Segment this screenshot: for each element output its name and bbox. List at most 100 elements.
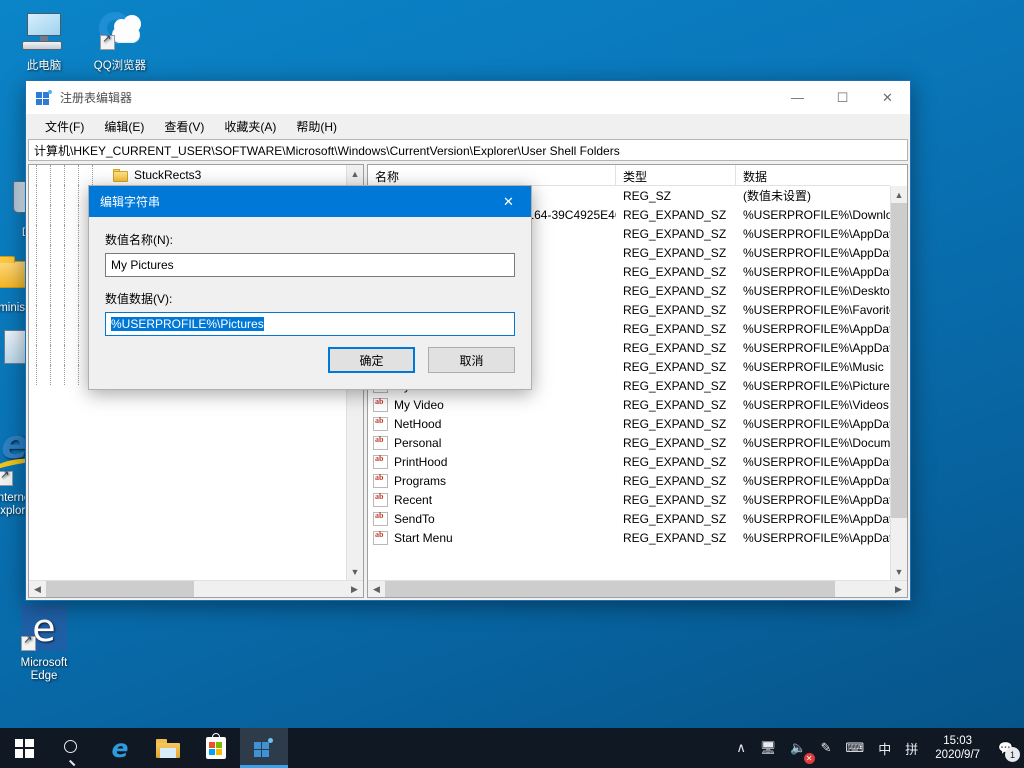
- table-row[interactable]: ProgramsREG_EXPAND_SZ%USERPROFILE%\AppDa…: [368, 471, 890, 490]
- menu-view[interactable]: 查看(V): [155, 115, 213, 138]
- cell-name: Recent: [368, 493, 616, 507]
- pen-icon[interactable]: ✎: [814, 728, 839, 768]
- show-hidden-icons-chevron-icon[interactable]: ∧: [729, 728, 753, 768]
- scroll-up-icon[interactable]: ▲: [891, 186, 907, 203]
- value-name: My Video: [394, 398, 444, 412]
- taskbar-file-explorer-button[interactable]: [144, 728, 192, 768]
- cell-name: Programs: [368, 474, 616, 488]
- menu-help[interactable]: 帮助(H): [287, 115, 346, 138]
- table-row[interactable]: My VideoREG_EXPAND_SZ%USERPROFILE%\Video…: [368, 395, 890, 414]
- close-button[interactable]: ✕: [865, 81, 910, 114]
- column-header-name[interactable]: 名称: [368, 165, 616, 186]
- cancel-button[interactable]: 取消: [428, 347, 515, 373]
- cell-data: %USERPROFILE%\AppData\Local\Microsoft\Wi…: [736, 246, 890, 260]
- table-row[interactable]: RecentREG_EXPAND_SZ%USERPROFILE%\AppData…: [368, 490, 890, 509]
- table-row[interactable]: PrintHoodREG_EXPAND_SZ%USERPROFILE%\AppD…: [368, 452, 890, 471]
- cell-data: %USERPROFILE%\AppData\Roaming\Microsoft\…: [736, 474, 890, 488]
- menu-favorites[interactable]: 收藏夹(A): [215, 115, 285, 138]
- tree-indent: [43, 165, 57, 185]
- desktop-icon-this-pc[interactable]: 此电脑: [6, 8, 82, 73]
- edit-string-dialog[interactable]: 编辑字符串 ✕ 数值名称(N): My Pictures 数值数据(V): %U…: [88, 185, 532, 390]
- desktop-icon-microsoft-edge[interactable]: e Microsoft Edge: [6, 605, 82, 683]
- tree-indent: [71, 165, 85, 185]
- tree-indent: [29, 365, 43, 385]
- scroll-left-icon[interactable]: ◀: [368, 581, 385, 598]
- tree-indent: [29, 225, 43, 245]
- resize-grip[interactable]: [892, 582, 906, 596]
- column-header-data[interactable]: 数据: [736, 165, 890, 186]
- scroll-down-icon[interactable]: ▼: [891, 563, 907, 580]
- cell-type: REG_EXPAND_SZ: [616, 227, 736, 241]
- taskbar-store-button[interactable]: [192, 728, 240, 768]
- cell-name: Personal: [368, 436, 616, 450]
- scroll-left-icon[interactable]: ◀: [29, 581, 46, 598]
- tree-indent: [43, 225, 57, 245]
- list-vertical-scrollbar[interactable]: ▲ ▼: [890, 186, 907, 580]
- dialog-titlebar[interactable]: 编辑字符串 ✕: [89, 186, 531, 217]
- scroll-up-icon[interactable]: ▲: [347, 165, 363, 182]
- desktop-icon-qq-browser[interactable]: QQ浏览器: [82, 8, 158, 73]
- tree-indent: [57, 205, 71, 225]
- windows-logo-icon: [15, 739, 34, 758]
- cell-type: REG_SZ: [616, 189, 736, 203]
- ok-button[interactable]: 确定: [328, 347, 415, 373]
- string-value-icon: [373, 493, 388, 507]
- value-data-input[interactable]: %USERPROFILE%\Pictures: [105, 312, 515, 336]
- cell-type: REG_EXPAND_SZ: [616, 303, 736, 317]
- clock[interactable]: 15:03 2020/9/7: [925, 728, 990, 768]
- this-pc-icon: [20, 8, 68, 56]
- table-row[interactable]: Start MenuREG_EXPAND_SZ%USERPROFILE%\App…: [368, 528, 890, 547]
- ime-pinyin-icon[interactable]: 拼: [898, 728, 925, 768]
- maximize-button[interactable]: ☐: [820, 81, 865, 114]
- scrollbar-thumb[interactable]: [385, 581, 835, 598]
- scrollbar-thumb[interactable]: [891, 203, 907, 518]
- tree-item[interactable]: StuckRects3: [29, 165, 346, 185]
- tree-indent: [85, 165, 99, 185]
- menu-file[interactable]: 文件(F): [36, 115, 93, 138]
- table-row[interactable]: SendToREG_EXPAND_SZ%USERPROFILE%\AppData…: [368, 509, 890, 528]
- system-tray[interactable]: ∧ 🖥 🔈✕ ✎ ⌨ 中 拼 15:03 2020/9/7 💬 1: [729, 728, 1024, 768]
- network-icon[interactable]: 🖥: [753, 728, 784, 768]
- cell-type: REG_EXPAND_SZ: [616, 341, 736, 355]
- window-titlebar[interactable]: 注册表编辑器 — ☐ ✕: [26, 81, 910, 114]
- ime-mode-icon[interactable]: 中: [871, 728, 898, 768]
- tree-indent: [71, 325, 85, 345]
- desktop-icon-label: 此电脑: [6, 60, 82, 73]
- value-data-selected-text: %USERPROFILE%\Pictures: [111, 317, 264, 331]
- tree-horizontal-scrollbar[interactable]: ◀ ▶: [29, 580, 363, 597]
- list-column-headers[interactable]: 名称 类型 数据: [368, 165, 890, 186]
- volume-muted-icon[interactable]: 🔈✕: [783, 728, 813, 768]
- address-bar[interactable]: 计算机\HKEY_CURRENT_USER\SOFTWARE\Microsoft…: [28, 139, 908, 161]
- tree-indent: [29, 265, 43, 285]
- table-row[interactable]: PersonalREG_EXPAND_SZ%USERPROFILE%\Docum…: [368, 433, 890, 452]
- minimize-button[interactable]: —: [775, 81, 820, 114]
- taskbar-edge-button[interactable]: e: [96, 728, 144, 768]
- dialog-buttons: 确定 取消: [328, 347, 515, 373]
- list-horizontal-scrollbar[interactable]: ◀ ▶: [368, 580, 907, 597]
- menu-edit[interactable]: 编辑(E): [95, 115, 153, 138]
- taskbar-regedit-button[interactable]: [240, 728, 288, 768]
- clock-date: 2020/9/7: [935, 748, 980, 762]
- value-name-input[interactable]: My Pictures: [105, 253, 515, 277]
- touch-keyboard-icon[interactable]: ⌨: [838, 728, 871, 768]
- taskbar-search-button[interactable]: [48, 728, 96, 768]
- scroll-right-icon[interactable]: ▶: [346, 581, 363, 598]
- tree-indent: [57, 345, 71, 365]
- value-name: PrintHood: [394, 455, 447, 469]
- scrollbar-thumb[interactable]: [46, 581, 194, 598]
- file-explorer-icon: [156, 739, 180, 758]
- scroll-down-icon[interactable]: ▼: [347, 563, 363, 580]
- table-row[interactable]: NetHoodREG_EXPAND_SZ%USERPROFILE%\AppDat…: [368, 414, 890, 433]
- dialog-close-icon[interactable]: ✕: [486, 186, 531, 217]
- notification-center-button[interactable]: 💬 1: [990, 728, 1024, 768]
- menu-bar[interactable]: 文件(F) 编辑(E) 查看(V) 收藏夹(A) 帮助(H): [26, 114, 910, 139]
- tree-indent: [29, 345, 43, 365]
- edge-icon: e: [112, 734, 129, 763]
- taskbar[interactable]: e ∧ 🖥 🔈✕ ✎ ⌨ 中 拼 15:03 2020/9/7: [0, 728, 1024, 768]
- folder-icon: [113, 169, 129, 182]
- column-header-type[interactable]: 类型: [616, 165, 736, 186]
- window-controls[interactable]: — ☐ ✕: [775, 81, 910, 114]
- start-button[interactable]: [0, 728, 48, 768]
- cell-name: SendTo: [368, 512, 616, 526]
- tree-indent: [57, 265, 71, 285]
